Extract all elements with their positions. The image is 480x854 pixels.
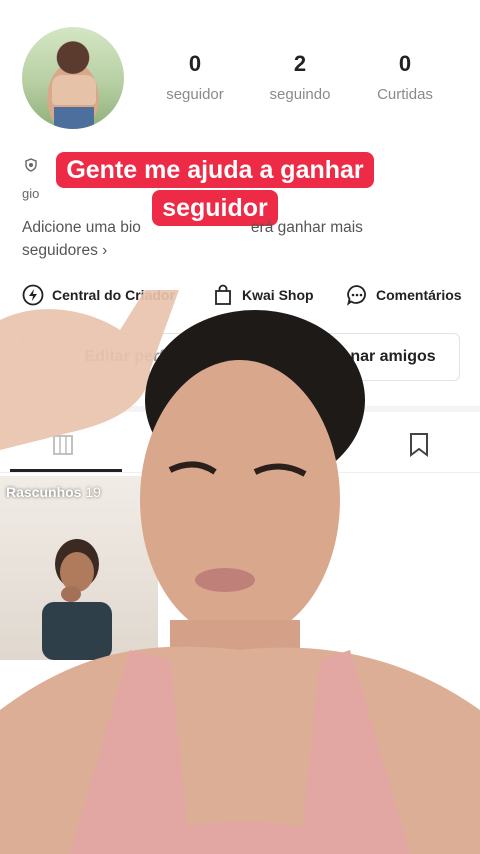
edit-profile-button[interactable]: Editar perfil [22,333,236,381]
find-friends-button[interactable]: nar amigos [246,333,460,381]
followers-label: seguidor [166,86,224,103]
shield-icon [25,158,37,172]
avatar-jeans [54,107,94,129]
tabs-divider [0,472,480,473]
following-count: 2 [293,51,307,76]
shopping-bag-icon [215,284,231,305]
grid-icon[interactable] [52,434,74,456]
kwai-shop-button[interactable]: Kwai Shop [212,284,314,306]
followers-stat[interactable]: 0 seguidor [140,50,250,103]
drafts-tile[interactable]: Rascunhos 19 [0,476,158,660]
bio-followers-link[interactable]: seguidores [22,242,98,259]
bio-text: Adicione uma bio [22,219,141,236]
likes-stat[interactable]: 0 Curtidas [350,50,460,103]
avatar-shirt [52,75,96,105]
likes-label: Curtidas [377,86,433,103]
find-friends-label: nar amigos [350,348,436,365]
bio-text-tail: erá ganhar mais [250,219,363,236]
comments-button[interactable]: Comentários [346,284,462,306]
drafts-title: Rascunhos [6,484,82,500]
creator-center-button[interactable]: Central do Criador [22,284,175,306]
lightning-icon [22,284,44,306]
likes-count: 0 [398,51,412,76]
chevron-right-icon: › [102,242,108,259]
comment-icon [347,285,366,306]
creator-center-label: Central do Criador [52,287,175,303]
section-divider [0,406,480,412]
following-stat[interactable]: 2 seguindo [245,50,355,103]
drafts-count: 19 [85,484,101,500]
comments-label: Comentários [376,287,462,303]
user-id: gio [22,186,40,201]
edit-profile-label: Editar perfil [84,348,174,365]
bookmark-icon[interactable] [408,432,430,458]
profile-avatar[interactable] [22,27,124,129]
bio-prompt[interactable]: Adicione uma bio erá ganhar mais seguidor… [22,216,442,262]
following-label: seguindo [269,86,331,103]
kwai-shop-label: Kwai Shop [242,287,314,303]
followers-count: 0 [188,51,202,76]
caption-line-1: Gente me ajuda a ganhar [56,152,374,188]
drafts-label: Rascunhos 19 [6,484,101,500]
draft-thumbnail-person [42,539,112,660]
